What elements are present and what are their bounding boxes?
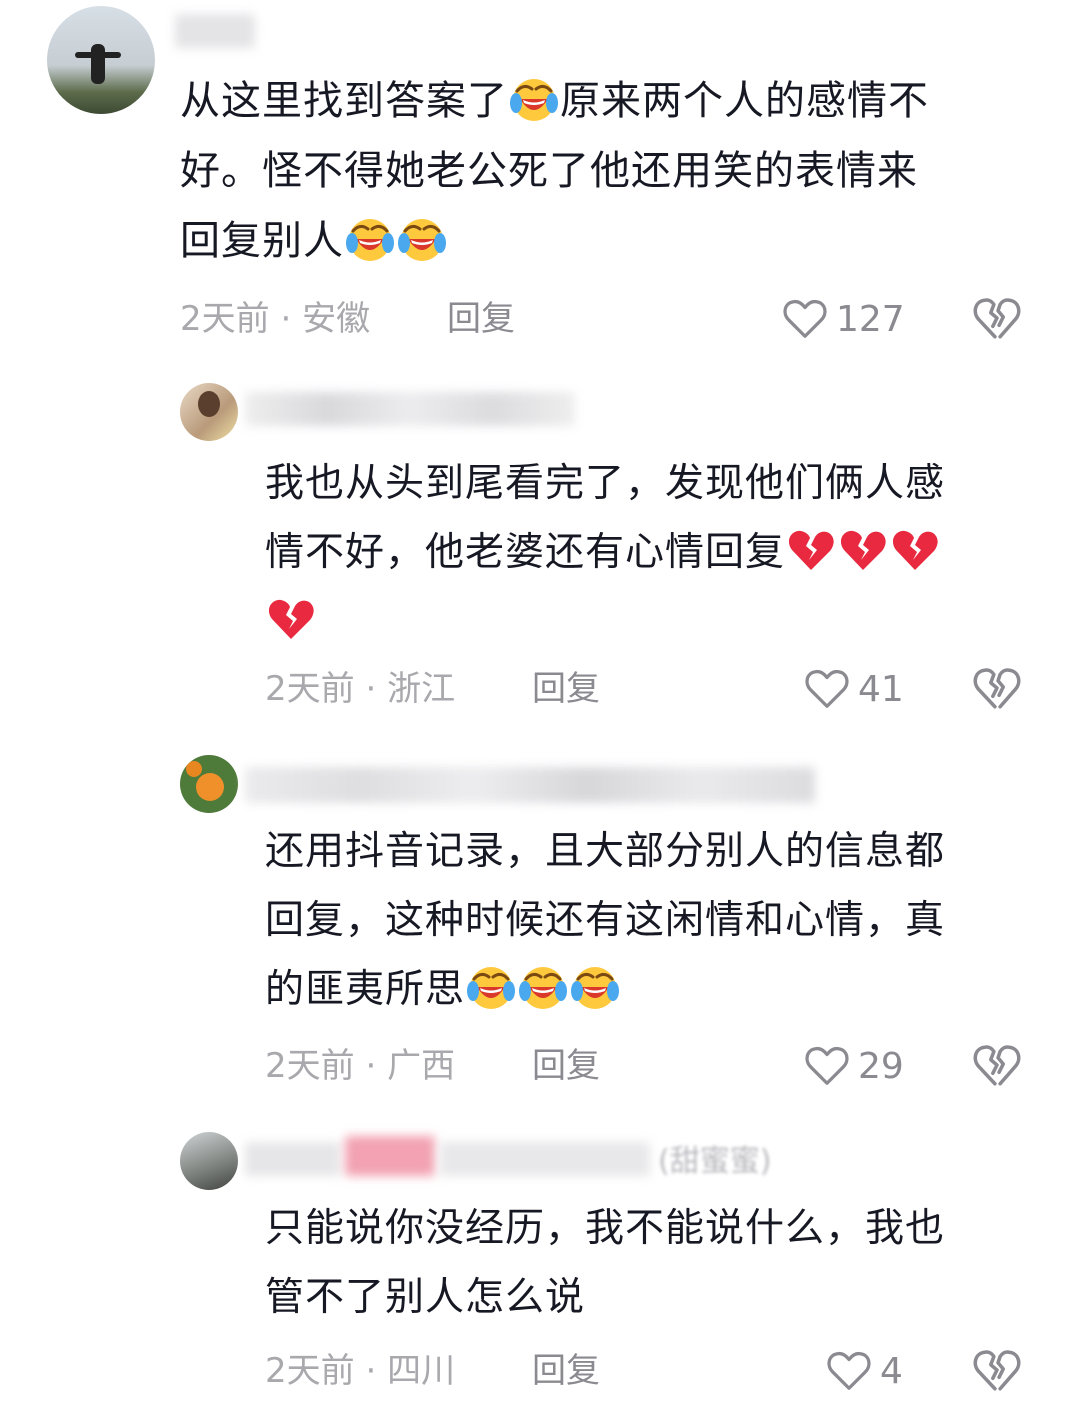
comment-line: 还用抖音记录，且大部分别人的信息都 [265, 829, 946, 874]
like-count: 127 [836, 298, 905, 340]
reply-button[interactable]: 回复 [532, 664, 600, 714]
timestamp: 2天前 [265, 1046, 355, 1086]
like-count: 4 [880, 1350, 903, 1392]
comment-line: 情不好，他老婆还有心情回复 [265, 518, 1055, 587]
avatar[interactable] [180, 1132, 238, 1190]
timestamp: 2天前 [265, 669, 355, 709]
dislike-button[interactable] [972, 1345, 1022, 1395]
comment-2: 我也从头到尾看完了，发现他们俩人感 情不好，他老婆还有心情回复 2天前 · 浙江… [0, 370, 1079, 730]
location: 浙江 [387, 669, 456, 709]
location: 广西 [387, 1046, 456, 1086]
reply-button[interactable]: 回复 [447, 294, 515, 344]
comment-line: 好。怪不得她老公死了他还用笑的表情来 [180, 148, 918, 194]
location: 四川 [387, 1351, 456, 1391]
comment-line: 回复别人 [180, 206, 1060, 276]
avatar[interactable] [180, 383, 238, 441]
comment-3: 还用抖音记录，且大部分别人的信息都 回复，这种时候还有这闲情和心情，真 的匪夷所… [0, 745, 1079, 1105]
meta-separator: · [354, 1046, 388, 1086]
tears-of-joy-emoji [467, 963, 515, 1011]
avatar[interactable] [180, 755, 238, 813]
username-redacted[interactable] [175, 14, 255, 48]
heart-outline-icon [782, 297, 828, 341]
timestamp: 2天前 [265, 1351, 355, 1391]
comment-line: 管不了别人怎么说 [265, 1275, 586, 1320]
avatar[interactable] [47, 6, 155, 114]
comment-meta: 2天前 · 四川 [265, 1346, 455, 1396]
tears-of-joy-emoji [510, 75, 558, 123]
avatar-face [198, 391, 220, 417]
comment-meta: 2天前 · 广西 [265, 1041, 455, 1091]
broken-heart-emoji [839, 526, 887, 574]
heart-outline-icon [804, 1044, 850, 1088]
comment-line: 回复，这种时候还有这闲情和心情，真 [265, 898, 946, 943]
username-redacted[interactable] [245, 767, 815, 803]
comment-line [265, 587, 1055, 656]
like-button[interactable]: 29 [804, 1041, 904, 1091]
avatar-figure-arms [75, 52, 121, 58]
timestamp: 2天前 [180, 299, 270, 339]
username-redacted[interactable] [440, 1142, 650, 1176]
dislike-button[interactable] [972, 1040, 1022, 1090]
username-redacted[interactable] [245, 1142, 340, 1176]
location: 安徽 [302, 299, 371, 339]
comment-meta: 2天前 · 浙江 [265, 664, 455, 714]
avatar-figure [91, 44, 105, 84]
tears-of-joy-emoji [571, 963, 619, 1011]
username-redacted[interactable] [245, 392, 575, 426]
comment-line: 从这里找到答案了 原来两个人的感情不 [180, 66, 1060, 136]
meta-separator: · [354, 669, 388, 709]
comment-text: 只能说你没经历，我不能说什么，我也 管不了别人怎么说 [265, 1194, 1055, 1332]
comment-line: 我也从头到尾看完了，发现他们俩人感 [265, 461, 946, 506]
broken-heart-emoji [787, 526, 835, 574]
username-redacted-pink[interactable] [345, 1136, 435, 1176]
avatar-fruit [196, 773, 224, 801]
text-segment: 回复别人 [180, 218, 344, 264]
like-button[interactable]: 4 [826, 1346, 903, 1396]
tears-of-joy-emoji [346, 215, 394, 263]
meta-separator: · [354, 1351, 388, 1391]
meta-separator: · [269, 299, 303, 339]
reply-button[interactable]: 回复 [532, 1041, 600, 1091]
avatar-fruit [186, 761, 202, 777]
heart-outline-icon [826, 1349, 872, 1393]
dislike-button[interactable] [972, 293, 1022, 343]
text-segment: 从这里找到答案了 [180, 78, 508, 124]
comment-1: 从这里找到答案了 原来两个人的感情不 好。怪不得她老公死了他还用笑的表情来 回复别… [0, 0, 1079, 360]
broken-heart-emoji [891, 526, 939, 574]
broken-heart-emoji [267, 595, 315, 643]
comment-meta: 2天前 · 安徽 [180, 294, 370, 344]
heart-outline-icon [804, 667, 850, 711]
tears-of-joy-emoji [398, 215, 446, 263]
comment-line: 只能说你没经历，我不能说什么，我也 [265, 1206, 946, 1251]
tears-of-joy-emoji [519, 963, 567, 1011]
comment-text: 从这里找到答案了 原来两个人的感情不 好。怪不得她老公死了他还用笑的表情来 回复别… [180, 66, 1060, 276]
text-segment: 情不好，他老婆还有心情回复 [265, 530, 786, 575]
comment-line: 的匪夷所思 [265, 955, 1055, 1024]
like-button[interactable]: 127 [782, 294, 905, 344]
comment-4: (甜蜜蜜) 只能说你没经历，我不能说什么，我也 管不了别人怎么说 2天前 · 四… [0, 1120, 1079, 1420]
comment-text: 我也从头到尾看完了，发现他们俩人感 情不好，他老婆还有心情回复 [265, 449, 1055, 656]
reply-button[interactable]: 回复 [532, 1346, 600, 1396]
dislike-button[interactable] [972, 663, 1022, 713]
text-segment: 的匪夷所思 [265, 967, 466, 1012]
comment-text: 还用抖音记录，且大部分别人的信息都 回复，这种时候还有这闲情和心情，真 的匪夷所… [265, 817, 1055, 1024]
like-count: 41 [858, 668, 904, 710]
like-button[interactable]: 41 [804, 664, 904, 714]
like-count: 29 [858, 1045, 904, 1087]
text-segment: 原来两个人的感情不 [560, 78, 929, 124]
username-suffix[interactable]: (甜蜜蜜) [658, 1136, 771, 1180]
